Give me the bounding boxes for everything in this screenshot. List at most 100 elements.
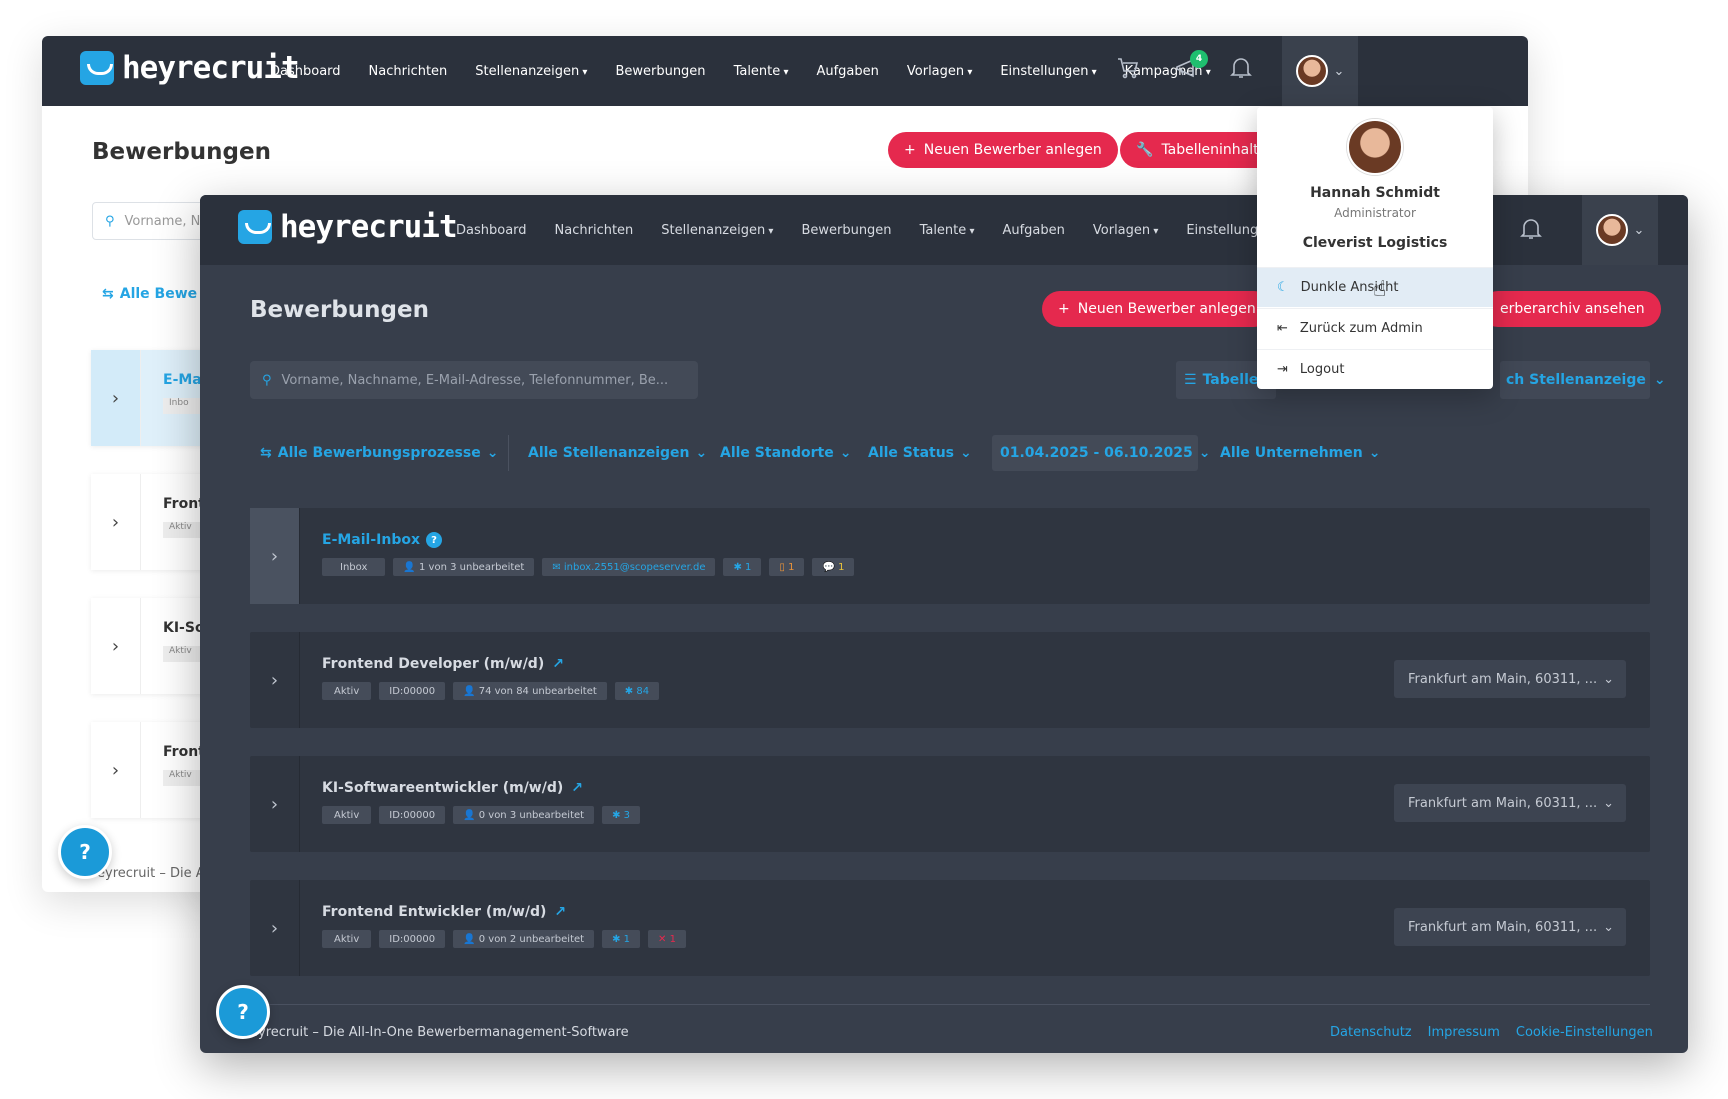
- help-chat-label: ?: [79, 840, 91, 864]
- expand-chevron-icon[interactable]: ›: [250, 756, 300, 852]
- help-chat-button[interactable]: ?: [216, 985, 270, 1039]
- nav-item-aufgaben[interactable]: Aufgaben: [816, 64, 878, 79]
- page-title: Bewerbungen: [92, 139, 271, 165]
- filter-processes[interactable]: ⇆ Alle Bewe: [102, 286, 197, 302]
- help-chat-button[interactable]: ?: [58, 825, 112, 879]
- unprocessed-count: 0 von 2 unbearbeitet: [478, 933, 585, 945]
- menu-item-logout[interactable]: ⇥ Logout: [1257, 349, 1493, 389]
- inbox-card[interactable]: › E-Mail-Inbox ? Inbox 👤 1 von 3 unbearb…: [250, 508, 1650, 604]
- expand-chevron-icon[interactable]: ›: [91, 474, 141, 570]
- privacy-link[interactable]: Datenschutz: [1330, 1025, 1412, 1040]
- nav-item-aufgaben[interactable]: Aufgaben: [1002, 223, 1064, 238]
- job-title[interactable]: Frontend Developer (m/w/d) ↗: [322, 656, 564, 672]
- expand-chevron-icon[interactable]: ›: [91, 350, 141, 446]
- card-title: Front: [163, 496, 205, 512]
- user-menu-toggle[interactable]: ⌄: [1282, 36, 1358, 106]
- archive-button[interactable]: erberarchiv ansehen: [1480, 291, 1661, 327]
- filter-companies[interactable]: Alle Unternehmen ⌄: [1220, 445, 1380, 461]
- filter-locations[interactable]: Alle Standorte ⌄: [720, 445, 851, 461]
- filter-jobs[interactable]: Alle Stellenanzeigen ⌄: [528, 445, 707, 461]
- document-count: 1: [788, 561, 795, 573]
- chevron-down-icon: ⌄: [1603, 919, 1614, 935]
- close-icon: ✕: [658, 933, 670, 945]
- external-link-icon[interactable]: ↗: [554, 904, 566, 920]
- filter-date-range[interactable]: 01.04.2025 - 06.10.2025 ⌄: [992, 435, 1210, 471]
- filter-status[interactable]: Alle Status ⌄: [868, 445, 972, 461]
- nav-item-bewerbungen[interactable]: Bewerbungen: [801, 223, 891, 238]
- new-applicant-button[interactable]: + Neuen Bewerber anlegen: [888, 132, 1118, 168]
- new-applicant-button[interactable]: + Neuen Bewerber anlegen: [1042, 291, 1272, 327]
- filter-date-label: 01.04.2025 - 06.10.2025: [1000, 445, 1193, 461]
- nav-item-einstellungen[interactable]: Einstellungen: [1000, 64, 1096, 79]
- table-row[interactable]: › Frontend Entwickler (m/w/d) ↗ Aktiv ID:…: [250, 880, 1650, 976]
- filter-processes[interactable]: ⇆ Alle Bewerbungsprozesse ⌄: [260, 445, 498, 461]
- asterisk-icon: ✱: [612, 933, 624, 945]
- expand-chevron-icon[interactable]: ›: [91, 722, 141, 818]
- asterisk-icon: ✱: [612, 809, 624, 821]
- expand-chevron-icon[interactable]: ›: [250, 880, 300, 976]
- location-label: Frankfurt am Main, 60311, ...: [1408, 795, 1598, 811]
- expand-chevron-icon[interactable]: ›: [250, 508, 300, 604]
- person-icon: 👤: [463, 809, 479, 821]
- app-logo[interactable]: heyrecruit: [80, 50, 300, 86]
- nav-item-dashboard[interactable]: Dashboard: [270, 64, 341, 79]
- new-count: 1: [745, 561, 752, 573]
- menu-item-back-to-admin[interactable]: ⇤ Zurück zum Admin: [1257, 308, 1493, 348]
- app-logo[interactable]: heyrecruit: [238, 209, 458, 245]
- cart-icon[interactable]: [1116, 56, 1140, 85]
- unprocessed-tag: 👤 0 von 3 unbearbeitet: [453, 806, 595, 824]
- document-count-tag: ▯ 1: [769, 558, 805, 576]
- cookie-settings-link[interactable]: Cookie-Einstellungen: [1516, 1025, 1653, 1040]
- help-circle-icon[interactable]: ?: [426, 532, 443, 548]
- new-applicant-label: Neuen Bewerber anlegen: [923, 142, 1102, 158]
- main-nav: Dashboard Nachrichten Stellenanzeigen Be…: [270, 36, 1211, 106]
- nav-item-vorlagen[interactable]: Vorlagen: [907, 64, 972, 79]
- nav-item-dashboard[interactable]: Dashboard: [456, 223, 527, 238]
- job-id-tag: ID:00000: [379, 930, 446, 948]
- list-item[interactable]: › E-Ma Inbo: [91, 350, 213, 446]
- bell-icon[interactable]: [1230, 56, 1252, 85]
- nav-item-nachrichten[interactable]: Nachrichten: [369, 64, 448, 79]
- nav-item-talente[interactable]: Talente: [734, 64, 789, 79]
- top-navigation: heyrecruit Dashboard Nachrichten Stellen…: [42, 36, 1528, 106]
- table-row[interactable]: › Frontend Developer (m/w/d) ↗ Aktiv ID:0…: [250, 632, 1650, 728]
- job-tags: Aktiv ID:00000 👤 74 von 84 unbearbeitet …: [322, 682, 660, 700]
- external-link-icon[interactable]: ↗: [552, 656, 564, 672]
- expand-chevron-icon[interactable]: ›: [250, 632, 300, 728]
- filter-companies-label: Alle Unternehmen: [1220, 445, 1363, 461]
- nav-item-bewerbungen[interactable]: Bewerbungen: [615, 64, 705, 79]
- imprint-link[interactable]: Impressum: [1428, 1025, 1500, 1040]
- inbox-email: inbox.2551@scopeserver.de: [563, 561, 706, 573]
- table-content-button[interactable]: 🔧 Tabelleninhalt: [1120, 132, 1275, 168]
- table-row[interactable]: › KI-Softwareentwickler (m/w/d) ↗ Aktiv I…: [250, 756, 1650, 852]
- chevron-down-icon: ⌄: [1603, 795, 1614, 811]
- list-item[interactable]: › Front Aktiv: [91, 722, 213, 818]
- nav-item-stellenanzeigen[interactable]: Stellenanzeigen: [475, 64, 587, 79]
- search-input[interactable]: ⚲ Vorname, Nachname, E-Mail-Adresse, Tel…: [250, 361, 698, 399]
- inbox-title[interactable]: E-Mail-Inbox ?: [322, 532, 443, 548]
- location-dropdown[interactable]: Frankfurt am Main, 60311, ... ⌄: [1394, 784, 1626, 822]
- job-title[interactable]: KI-Softwareentwickler (m/w/d) ↗: [322, 780, 583, 796]
- external-link-icon[interactable]: ↗: [571, 780, 583, 796]
- status-tag: Aktiv: [322, 806, 372, 824]
- nav-item-nachrichten[interactable]: Nachrichten: [555, 223, 634, 238]
- location-dropdown[interactable]: Frankfurt am Main, 60311, ... ⌄: [1394, 908, 1626, 946]
- bell-icon[interactable]: [1520, 217, 1542, 246]
- sort-dropdown[interactable]: ch Stellenanzeige ⌄: [1500, 361, 1666, 399]
- job-title[interactable]: Frontend Entwickler (m/w/d) ↗: [322, 904, 566, 920]
- user-menu-toggle[interactable]: ⌄: [1582, 195, 1658, 265]
- search-icon: ⚲: [105, 213, 115, 229]
- filter-divider: [508, 435, 509, 471]
- filter-processes-label: Alle Bewerbungsprozesse: [277, 445, 481, 461]
- list-item[interactable]: › Front Aktiv: [91, 474, 213, 570]
- list-item[interactable]: › KI-So Aktiv: [91, 598, 213, 694]
- nav-item-vorlagen[interactable]: Vorlagen: [1093, 223, 1158, 238]
- nav-item-stellenanzeigen[interactable]: Stellenanzeigen: [661, 223, 773, 238]
- help-chat-label: ?: [237, 1000, 249, 1024]
- expand-chevron-icon[interactable]: ›: [91, 598, 141, 694]
- nav-item-talente[interactable]: Talente: [920, 223, 975, 238]
- location-dropdown[interactable]: Frankfurt am Main, 60311, ... ⌄: [1394, 660, 1626, 698]
- email-tag[interactable]: ✉ inbox.2551@scopeserver.de: [542, 558, 716, 576]
- login-arrow-icon: ⇤: [1277, 321, 1288, 336]
- user-dropdown-menu: Hannah Schmidt Administrator Cleverist L…: [1257, 107, 1493, 389]
